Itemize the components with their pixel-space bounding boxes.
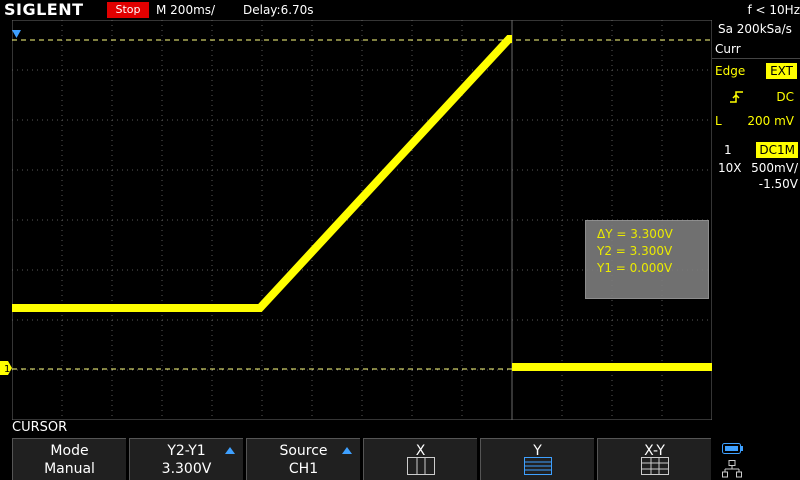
network-icon: [722, 460, 742, 478]
ch1-header: 1 DC1M: [712, 142, 800, 158]
y2-readout: Y2 = 3.300V: [597, 244, 673, 258]
mode-value: Manual: [44, 461, 95, 477]
ch1-coupling-badge: DC1M: [756, 142, 798, 158]
delta-y-readout: ΔY = 3.300V: [597, 227, 673, 241]
frequency-counter: f < 10Hz: [747, 3, 800, 17]
timebase-readout[interactable]: M 200ms/: [156, 0, 215, 20]
panel-divider: [712, 58, 800, 59]
adjust-arrow-icon: [225, 447, 235, 454]
x-cursor-icon: [407, 457, 435, 475]
trigger-coupling: DC: [776, 90, 794, 104]
battery-icon: [722, 443, 743, 454]
trigger-level-label: L: [715, 114, 722, 128]
brand-logo: SIGLENT: [4, 0, 84, 19]
x-y-cursor-icon: [641, 457, 669, 475]
delay-readout[interactable]: Delay:6.70s: [243, 0, 314, 20]
source-button[interactable]: Source CH1: [246, 438, 360, 480]
menu-title: CURSOR: [12, 420, 68, 435]
ch1-panel[interactable]: 1 DC1M 10X 500mV/ -1.50V: [712, 142, 800, 194]
y-cursor-icon: [524, 457, 552, 475]
y2-y1-value: 3.300V: [161, 461, 212, 477]
ch1-number: 1: [724, 143, 732, 157]
ch1-scale: 500mV/: [751, 161, 798, 175]
y2-y1-button[interactable]: Y2-Y1 3.300V: [129, 438, 243, 480]
cursor-readout-box: ΔY = 3.300V Y2 = 3.300V Y1 = 0.000V: [585, 220, 709, 299]
source-value: CH1: [288, 461, 319, 477]
ch1-settings: 10X 500mV/ -1.50V: [712, 159, 800, 194]
mode-button[interactable]: Mode Manual: [12, 438, 126, 480]
adjust-arrow-icon: [342, 447, 352, 454]
trigger-level: 200 mV: [747, 114, 794, 128]
ch1-marker-label: 1: [4, 364, 10, 375]
x-y-cursor-button[interactable]: X-Y: [597, 438, 711, 480]
ch1-probe: 10X: [718, 161, 742, 175]
trigger-type: Edge: [715, 64, 746, 78]
sample-rate: Sa 200kSa/s: [718, 22, 792, 36]
memory-depth: Curr 1.40Mpts: [715, 42, 771, 74]
trigger-panel[interactable]: Edge EXT DC L 200 mV: [712, 60, 800, 140]
x-cursor-button[interactable]: X: [363, 438, 477, 480]
y1-readout: Y1 = 0.000V: [597, 261, 673, 275]
rising-edge-icon: [730, 91, 743, 103]
trigger-source-badge: EXT: [766, 63, 797, 79]
ch1-offset-marker[interactable]: 1: [0, 361, 12, 375]
mode-label: Mode: [50, 443, 89, 459]
ch1-offset: -1.50V: [758, 177, 798, 191]
y-cursor-button[interactable]: Y: [480, 438, 594, 480]
run-state-badge[interactable]: Stop: [107, 2, 149, 18]
